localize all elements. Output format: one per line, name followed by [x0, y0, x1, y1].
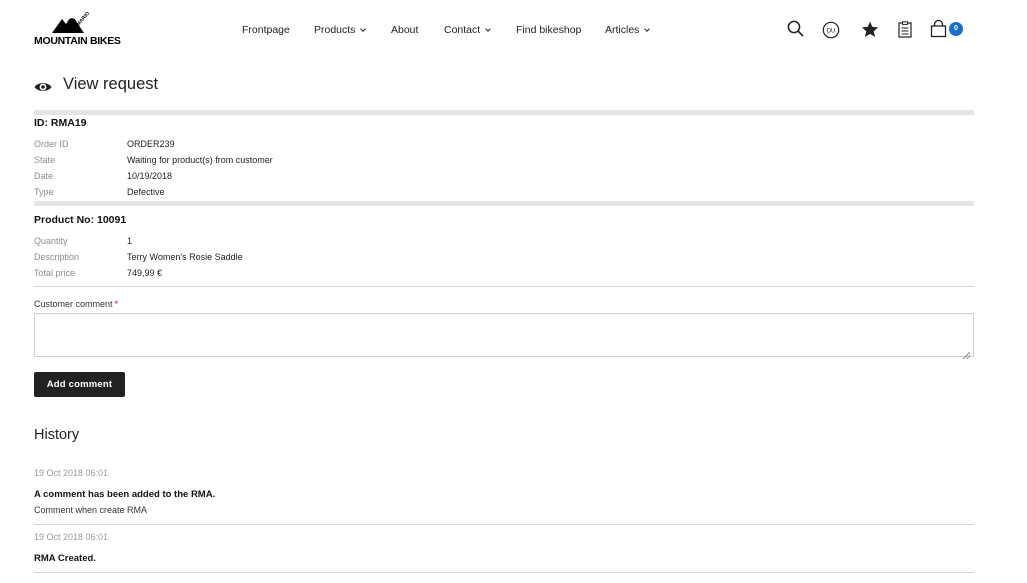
- eye-icon: [34, 78, 52, 97]
- search-icon[interactable]: [787, 20, 805, 42]
- field-label-date: Date: [34, 171, 54, 181]
- history-title: History: [34, 427, 80, 443]
- nav-item-articles[interactable]: Articles: [605, 24, 651, 36]
- nav-item-products[interactable]: Products: [314, 24, 367, 36]
- customer-comment-textarea[interactable]: [34, 313, 974, 357]
- field-value-description: Terry Women's Rosie Saddle: [127, 252, 243, 262]
- field-value-total-price: 749,99 €: [127, 268, 163, 278]
- clipboard-icon[interactable]: [898, 21, 912, 42]
- history-entry-text: Comment when create RMA: [34, 505, 148, 515]
- user-initials: DU: [827, 28, 836, 34]
- nav-item-frontpage[interactable]: Frontpage: [242, 24, 290, 36]
- field-value-order-id: ORDER239: [127, 139, 175, 149]
- field-value-date: 10/19/2018: [127, 171, 173, 181]
- field-value-quantity: 1: [127, 236, 133, 246]
- field-value-type: Defective: [127, 187, 165, 197]
- customer-comment-label: Customer comment *: [34, 299, 119, 309]
- field-label-total-price: Total price: [34, 268, 76, 278]
- chevron-down-icon: [360, 26, 367, 32]
- chevron-down-icon: [644, 26, 651, 32]
- history-entry-date: 19 Oct 2018 06:01: [34, 468, 109, 478]
- field-label-description: Description: [34, 252, 80, 262]
- nav-item-find-bikeshop[interactable]: Find bikeshop: [516, 24, 581, 36]
- history-entry-title: RMA Created.: [34, 553, 96, 564]
- nav-item-about[interactable]: About: [391, 24, 418, 36]
- product-number: Product No: 10091: [34, 214, 127, 226]
- star-icon[interactable]: [861, 21, 879, 42]
- history-entry-title: A comment has been added to the RMA.: [34, 489, 216, 500]
- field-value-state: Waiting for product(s) from customer: [127, 155, 273, 165]
- divider: [34, 572, 974, 573]
- site-header: MARIO MOUNTAIN BIKES Frontpage Products …: [0, 0, 1027, 62]
- add-comment-button[interactable]: Add comment: [34, 372, 125, 397]
- nav-item-contact[interactable]: Contact: [444, 24, 492, 36]
- request-id: ID: RMA19: [34, 117, 87, 129]
- user-initials-icon[interactable]: DU: [822, 21, 840, 43]
- field-label-type: Type: [34, 187, 54, 197]
- history-entry-date: 19 Oct 2018 06:01: [34, 532, 109, 542]
- logo-text: MOUNTAIN BIKES: [34, 35, 121, 47]
- field-label-state: State: [34, 155, 56, 165]
- resize-handle-icon[interactable]: [962, 345, 971, 360]
- chevron-down-icon: [485, 26, 492, 32]
- divider: [34, 524, 974, 525]
- divider: [34, 286, 974, 287]
- cart-count-badge: 0: [949, 22, 963, 36]
- section-divider: [34, 201, 974, 206]
- site-logo[interactable]: MARIO MOUNTAIN BIKES: [34, 11, 121, 47]
- cart-icon[interactable]: [930, 19, 947, 42]
- section-divider: [34, 110, 974, 115]
- field-label-order-id: Order ID: [34, 139, 69, 149]
- page-title-text: View request: [63, 75, 159, 93]
- required-marker: *: [114, 299, 119, 309]
- field-label-quantity: Quantity: [34, 236, 68, 246]
